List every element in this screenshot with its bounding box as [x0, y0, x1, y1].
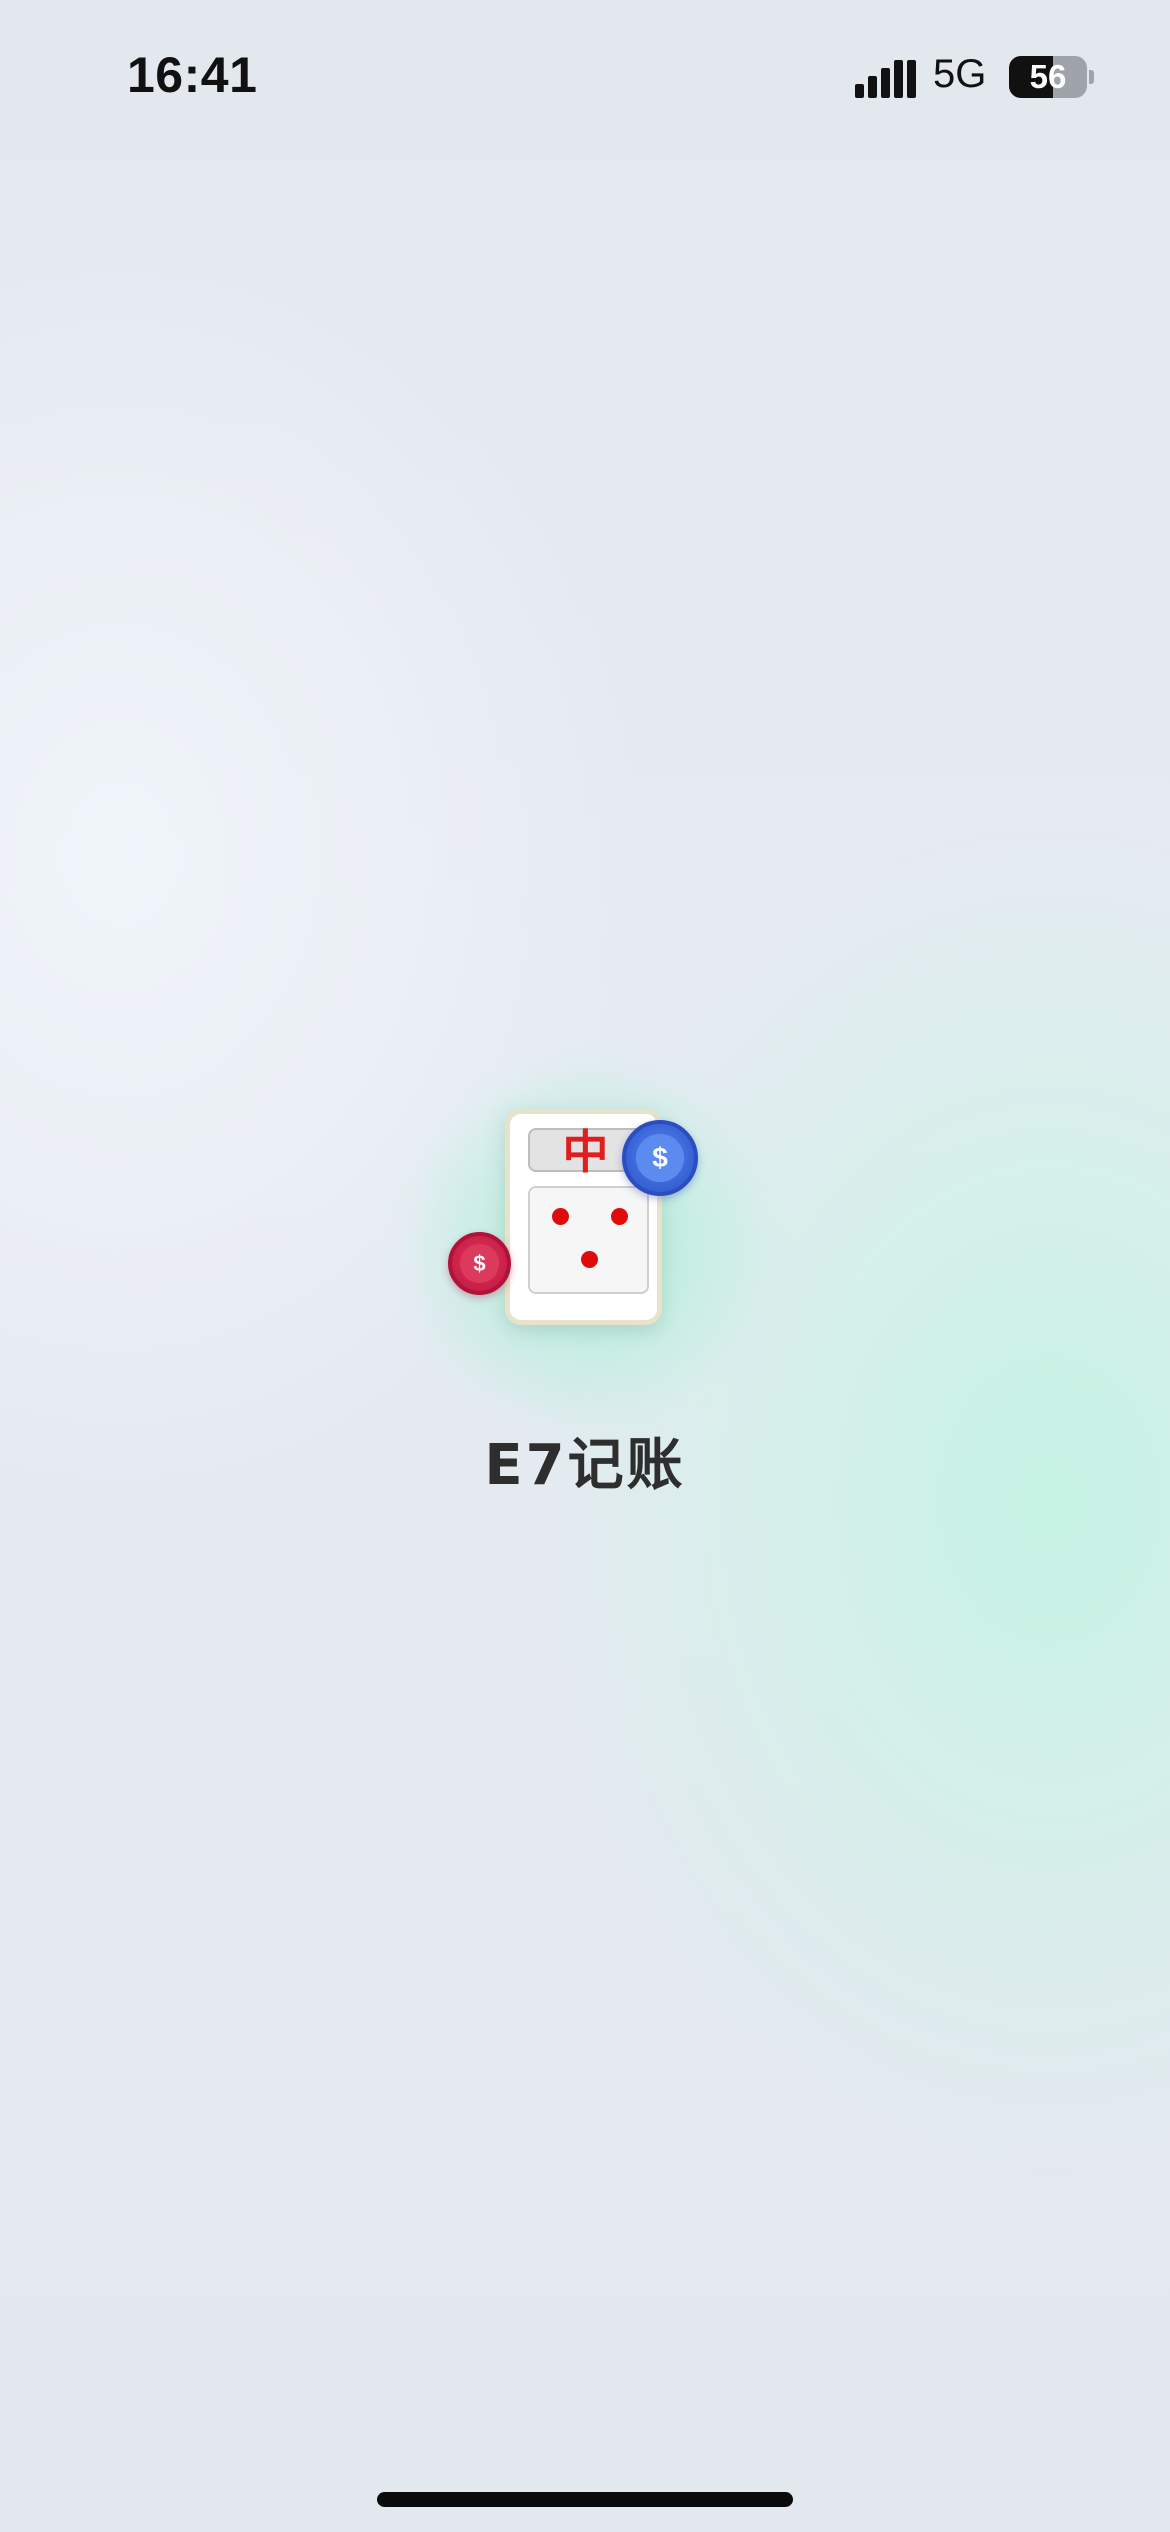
- status-bar: 16:41 5G 56: [0, 0, 1170, 150]
- dice-dot: [552, 1208, 569, 1225]
- red-coin-icon: $: [448, 1232, 511, 1295]
- signal-bars-icon: [855, 60, 916, 98]
- blue-coin-symbol: $: [652, 1142, 668, 1173]
- blue-coin-icon: $: [622, 1120, 698, 1196]
- status-time: 16:41: [127, 47, 258, 103]
- home-indicator[interactable]: [377, 2492, 793, 2507]
- battery-icon: 56: [1009, 56, 1087, 98]
- battery-cap: [1089, 70, 1094, 84]
- battery-percent: 56: [1029, 58, 1067, 95]
- network-type: 5G: [933, 52, 987, 96]
- red-coin-symbol: $: [473, 1250, 486, 1276]
- tile-dice-face: [528, 1186, 649, 1294]
- app-name: E7记账: [484, 1433, 686, 1498]
- dice-dot: [611, 1208, 628, 1225]
- dice-dot: [581, 1251, 598, 1268]
